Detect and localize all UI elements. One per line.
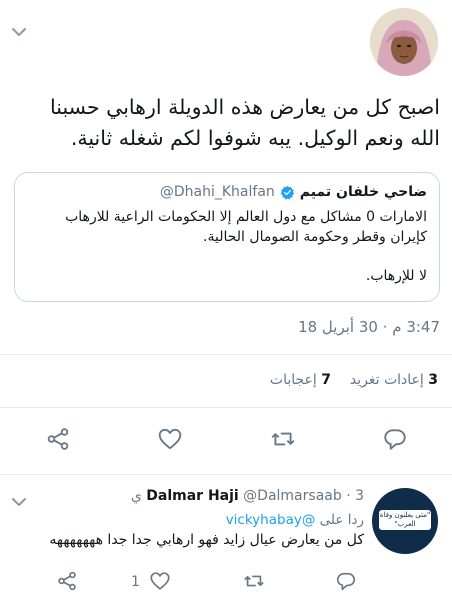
- quote-author-handle[interactable]: @Dhahi_Khalfan: [160, 183, 275, 201]
- reply-header: Dalmar Haji @Dalmarsaab · 3 ي: [131, 488, 364, 504]
- reply-to-label: ردا على: [319, 512, 364, 528]
- chevron-down-icon[interactable]: [12, 22, 26, 36]
- likes-count[interactable]: 7: [321, 372, 331, 388]
- reply-action-bar: [0, 570, 452, 600]
- reply-author-name[interactable]: Dalmar Haji: [146, 488, 238, 504]
- reply-avatar-banner: "متى يعلنون وفاة العرب": [379, 510, 431, 530]
- chevron-down-icon[interactable]: [12, 492, 26, 506]
- retweet-icon[interactable]: [243, 570, 265, 592]
- quote-footer: لا للإرهاب.: [365, 268, 427, 284]
- likes-label[interactable]: إعجابات: [270, 372, 317, 388]
- reply-icon[interactable]: [382, 426, 408, 452]
- reply-like-count: 1: [131, 574, 140, 590]
- tweet-action-bar: [0, 426, 452, 456]
- quote-body: الامارات 0 مشاكل مع دول العالم إلا الحكو…: [65, 209, 427, 245]
- heart-icon[interactable]: [157, 426, 183, 452]
- author-avatar[interactable]: [370, 8, 438, 76]
- reply-author-avatar[interactable]: "متى يعلنون وفاة العرب": [372, 488, 438, 554]
- retweet-icon[interactable]: [270, 426, 296, 452]
- heart-icon[interactable]: [149, 570, 171, 592]
- retweets-label[interactable]: إعادات تغريد: [350, 372, 424, 388]
- verified-badge-icon: [280, 185, 295, 200]
- divider: [0, 474, 452, 475]
- engagement-counts: 3 إعادات تغريد 7 إعجابات: [270, 372, 438, 388]
- reply-text: كل من يعارض عيال زايد فهو ارهابي جدا جدا…: [49, 532, 364, 548]
- retweets-count[interactable]: 3: [428, 372, 438, 388]
- share-icon[interactable]: [56, 570, 78, 592]
- share-icon[interactable]: [45, 426, 71, 452]
- reply-icon[interactable]: [335, 570, 357, 592]
- reply-to-mention[interactable]: @vickyhabay: [226, 512, 316, 528]
- reply-author-handle[interactable]: @Dalmarsaab: [243, 488, 342, 504]
- divider: [0, 354, 452, 355]
- divider: [0, 407, 452, 408]
- tweet-timestamp[interactable]: 3:47 م · 30 أبريل 18: [14, 318, 440, 336]
- tweet-text: اصبح كل من يعارض هذه الدويلة ارهابي حسبن…: [50, 95, 440, 150]
- reply-to-line: ردا على @vickyhabay: [226, 512, 364, 528]
- quote-header: ضاحي خلفان تميم @Dhahi_Khalfan: [27, 183, 427, 201]
- quote-author-name: ضاحي خلفان تميم: [299, 184, 427, 200]
- quoted-tweet[interactable]: ضاحي خلفان تميم @Dhahi_Khalfan الامارات …: [14, 172, 440, 302]
